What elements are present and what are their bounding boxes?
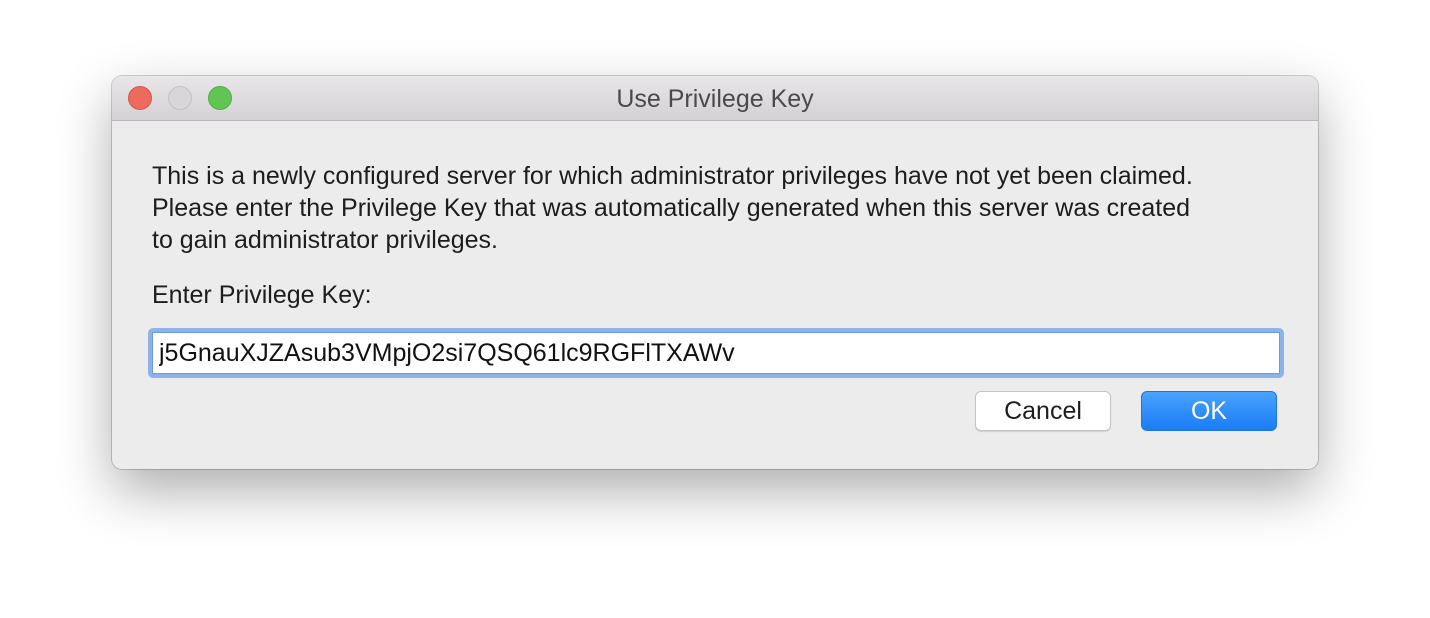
message-line: This is a newly configured server for wh… [152, 162, 1193, 190]
dialog-message: This is a newly configured server for wh… [152, 160, 1292, 256]
title-bar[interactable]: Use Privilege Key [112, 76, 1318, 121]
dialog-window: Use Privilege Key This is a newly config… [112, 76, 1318, 469]
message-line: Please enter the Privilege Key that was … [152, 194, 1191, 222]
cancel-button[interactable]: Cancel [975, 391, 1111, 431]
privilege-key-label: Enter Privilege Key: [152, 281, 372, 309]
privilege-key-input[interactable] [152, 332, 1280, 374]
window-title: Use Privilege Key [616, 85, 814, 113]
message-line: to gain administrator privileges. [152, 226, 498, 254]
privilege-key-field-focus-ring [148, 328, 1284, 378]
ok-button[interactable]: OK [1141, 391, 1277, 431]
